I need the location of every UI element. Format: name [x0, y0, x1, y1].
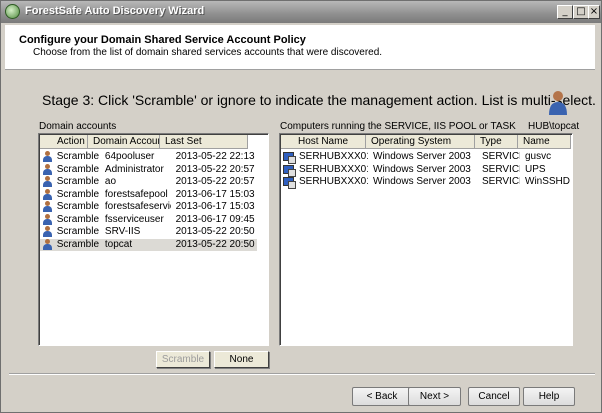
- computer-os: Windows Server 2003: [373, 176, 471, 187]
- account-row[interactable]: Scramble topcat 2013-05-22 20:50: [40, 238, 257, 251]
- user-icon: [42, 201, 54, 213]
- account-last-set: 2013-06-17 15:03: [175, 201, 255, 212]
- account-action: Scramble: [56, 201, 100, 212]
- account-action: Scramble: [56, 176, 100, 187]
- computer-name: gusvc: [525, 151, 552, 162]
- computer-name: UPS: [525, 163, 546, 175]
- account-last-set: 2013-05-22 22:13: [175, 151, 255, 162]
- column-header-name[interactable]: Name: [518, 135, 571, 149]
- computer-os: Windows Server 2003: [373, 163, 471, 175]
- account-action: Scramble: [56, 163, 100, 175]
- wizard-window: ForestSafe Auto Discovery Wizard _ □ × C…: [0, 0, 602, 413]
- computer-host: SERHUBXXX01: [299, 151, 368, 162]
- next-button[interactable]: Next >: [408, 387, 461, 406]
- column-header-type[interactable]: Type: [475, 135, 518, 149]
- user-icon: [549, 91, 567, 115]
- computer-type: SERVICE: [482, 176, 520, 187]
- user-icon: [42, 188, 54, 201]
- title-bar: ForestSafe Auto Discovery Wizard _ □ ×: [1, 1, 601, 23]
- domain-accounts-header: Action Domain Account Last Set: [40, 135, 248, 149]
- user-icon: [42, 226, 54, 238]
- user-icon: [42, 213, 54, 226]
- computer-host: SERHUBXXX01: [299, 163, 368, 175]
- computer-os: Windows Server 2003: [373, 151, 471, 162]
- account-name: forestsafeservice: [104, 201, 171, 212]
- account-action: Scramble: [56, 188, 100, 200]
- column-header-action[interactable]: Action: [40, 135, 88, 149]
- maximize-button[interactable]: □: [573, 5, 589, 19]
- column-header-domain-account[interactable]: Domain Account: [88, 135, 160, 149]
- computer-row[interactable]: SERHUBXXX01 Windows Server 2003 SERVICE UPS: [281, 163, 571, 177]
- account-row[interactable]: Scramble SRV-IIS 2013-05-22 20:50: [40, 226, 257, 238]
- minimize-button[interactable]: _: [557, 5, 573, 19]
- help-button[interactable]: Help: [523, 387, 575, 406]
- wizard-header: Configure your Domain Shared Service Acc…: [5, 25, 595, 70]
- computer-host: SERHUBXXX01: [299, 176, 368, 187]
- none-button[interactable]: None: [214, 351, 269, 368]
- account-action: Scramble: [56, 238, 100, 250]
- account-last-set: 2013-05-22 20:57: [175, 176, 255, 187]
- window-title: ForestSafe Auto Discovery Wizard: [25, 5, 205, 17]
- account-name: 64pooluser: [104, 151, 155, 162]
- account-action: Scramble: [56, 226, 100, 237]
- computers-header: Host Name Operating System Type Name: [281, 135, 571, 149]
- page-title: Configure your Domain Shared Service Acc…: [19, 34, 306, 46]
- computers-list[interactable]: Host Name Operating System Type Name SER…: [279, 133, 573, 346]
- cancel-button[interactable]: Cancel: [468, 387, 520, 406]
- account-last-set: 2013-06-17 09:45: [175, 213, 255, 225]
- computer-type: SERVICE: [482, 163, 520, 175]
- account-name: ao: [104, 176, 117, 187]
- close-button[interactable]: ×: [588, 5, 600, 19]
- selected-account-label: HUB\topcat: [528, 121, 580, 132]
- account-last-set: 2013-06-17 15:03: [175, 188, 255, 200]
- column-header-host-name[interactable]: Host Name: [281, 135, 366, 149]
- footer-divider: [9, 373, 595, 375]
- computer-icon: [283, 176, 296, 189]
- computers-label: Computers running the SERVICE, IIS POOL …: [280, 121, 516, 132]
- account-name: SRV-IIS: [104, 226, 141, 237]
- column-header-operating-system[interactable]: Operating System: [366, 135, 475, 149]
- account-row[interactable]: Scramble forestsafeservice 2013-06-17 15:0…: [40, 201, 257, 213]
- user-icon: [42, 163, 54, 176]
- page-subtitle: Choose from the list of domain shared se…: [33, 47, 383, 58]
- account-name: topcat: [104, 238, 133, 250]
- computer-icon: [283, 164, 296, 177]
- account-row[interactable]: Scramble Administrator 2013-05-22 20:57: [40, 163, 257, 176]
- domain-accounts-list[interactable]: Action Domain Account Last Set Scramble 6…: [38, 133, 269, 346]
- domain-accounts-label: Domain accounts: [39, 121, 117, 132]
- account-row[interactable]: Scramble 64pooluser 2013-05-22 22:13: [40, 151, 257, 163]
- column-header-last-set[interactable]: Last Set: [160, 135, 248, 149]
- user-icon: [42, 176, 54, 188]
- account-last-set: 2013-05-22 20:50: [175, 226, 255, 237]
- stage-instruction: Stage 3: Click 'Scramble' or ignore to i…: [42, 92, 596, 108]
- account-last-set: 2013-05-22 20:50: [175, 238, 255, 250]
- computer-icon: [283, 151, 296, 164]
- account-action: Scramble: [56, 213, 100, 225]
- account-action: Scramble: [56, 151, 100, 162]
- user-icon: [42, 238, 54, 251]
- computer-type: SERVICE: [482, 151, 520, 162]
- computer-row[interactable]: SERHUBXXX01 Windows Server 2003 SERVICE Win…: [281, 176, 571, 189]
- account-last-set: 2013-05-22 20:57: [175, 163, 255, 175]
- back-button[interactable]: < Back: [352, 387, 412, 406]
- user-icon: [42, 151, 54, 163]
- account-name: forestsafepool: [104, 188, 168, 200]
- account-name: Administrator: [104, 163, 164, 175]
- scramble-button[interactable]: Scramble: [156, 351, 210, 368]
- account-row[interactable]: Scramble fsserviceuser 2013-06-17 09:45: [40, 213, 257, 226]
- computer-row[interactable]: SERHUBXXX01 Windows Server 2003 SERVICE gus…: [281, 151, 571, 164]
- account-row[interactable]: Scramble ao 2013-05-22 20:57: [40, 176, 257, 188]
- account-name: fsserviceuser: [104, 213, 164, 225]
- forestsafe-app-icon: [5, 4, 20, 19]
- computer-name: WinSSHD: [525, 176, 570, 187]
- account-row[interactable]: Scramble forestsafepool 2013-06-17 15:03: [40, 188, 257, 201]
